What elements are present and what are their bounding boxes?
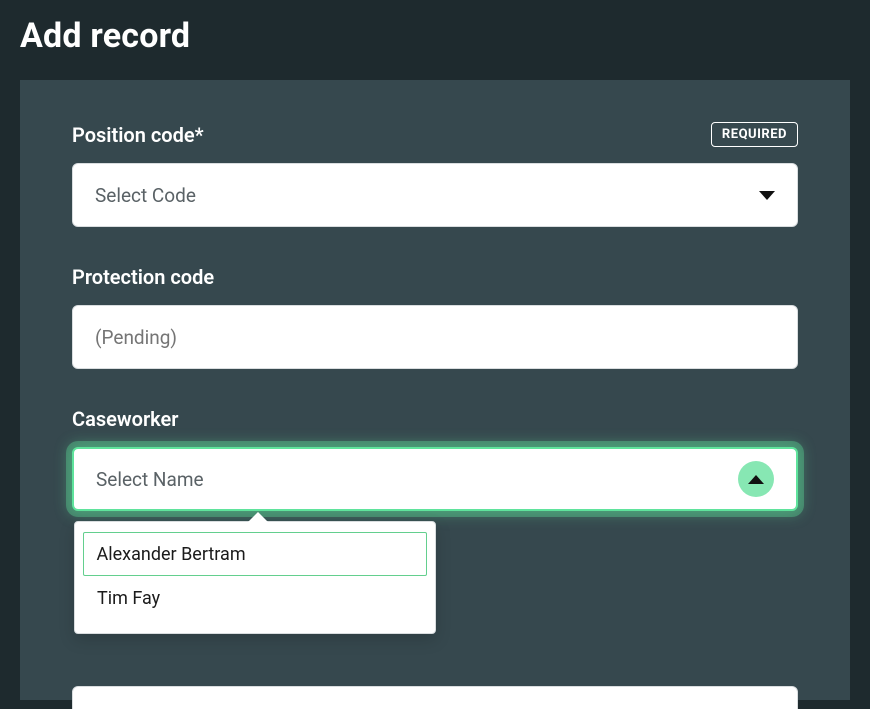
field-protection-code: Protection code (72, 265, 798, 369)
caseworker-select[interactable]: Select Name Alexander Bertram Tim Fay (72, 447, 798, 511)
field-header: Caseworker (72, 407, 798, 431)
field-caseworker: Caseworker Select Name Alexander Bertram… (72, 407, 798, 511)
required-badge: REQUIRED (711, 122, 798, 147)
field-position-code: Position code* REQUIRED Select Code (72, 122, 798, 227)
caret-up-button[interactable] (738, 461, 774, 497)
caseworker-label: Caseworker (72, 407, 178, 431)
field-header: Position code* REQUIRED (72, 122, 798, 147)
caret-down-icon (759, 191, 775, 200)
field-header: Protection code (72, 265, 798, 289)
caseworker-dropdown-menu: Alexander Bertram Tim Fay (74, 521, 436, 634)
page-title: Add record (20, 0, 850, 80)
form-panel: Position code* REQUIRED Select Code Prot… (20, 80, 850, 700)
obscured-select[interactable] (72, 686, 798, 709)
caseworker-option[interactable]: Alexander Bertram (83, 532, 427, 576)
caseworker-option[interactable]: Tim Fay (83, 576, 427, 621)
position-code-select[interactable]: Select Code (72, 163, 798, 227)
position-code-placeholder: Select Code (95, 184, 196, 207)
caseworker-placeholder: Select Name (96, 468, 204, 491)
protection-code-input[interactable] (72, 305, 798, 369)
caret-up-icon (748, 475, 764, 484)
protection-code-label: Protection code (72, 265, 214, 289)
position-code-label: Position code* (72, 123, 204, 147)
